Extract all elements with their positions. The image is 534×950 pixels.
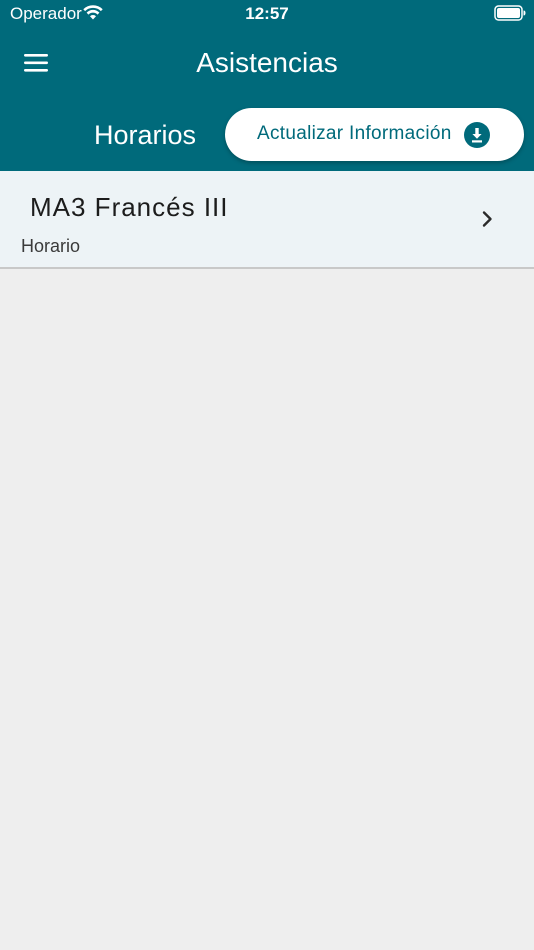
status-bar: Operador 12:57: [0, 0, 534, 28]
list-item[interactable]: MA3 Francés III Horario: [0, 171, 534, 269]
list-item-subtitle: Horario: [21, 236, 81, 256]
update-information-button[interactable]: Actualizar Información: [225, 108, 524, 161]
list-item-title: MA3 Francés III: [30, 192, 229, 222]
battery-icon: [494, 5, 526, 21]
download-circle-icon: [464, 122, 490, 148]
chevron-right-icon: [482, 211, 492, 227]
section-title: Horarios: [94, 120, 197, 150]
app-header: Operador 12:57 Asistencias Horarios Actu…: [0, 0, 534, 171]
status-time: 12:57: [245, 4, 289, 23]
update-button-label: Actualizar Información: [257, 123, 452, 144]
page-title: Asistencias: [196, 47, 338, 78]
screen: Operador 12:57 Asistencias Horarios Actu…: [0, 0, 534, 950]
schedule-list: MA3 Francés III Horario: [0, 171, 534, 269]
